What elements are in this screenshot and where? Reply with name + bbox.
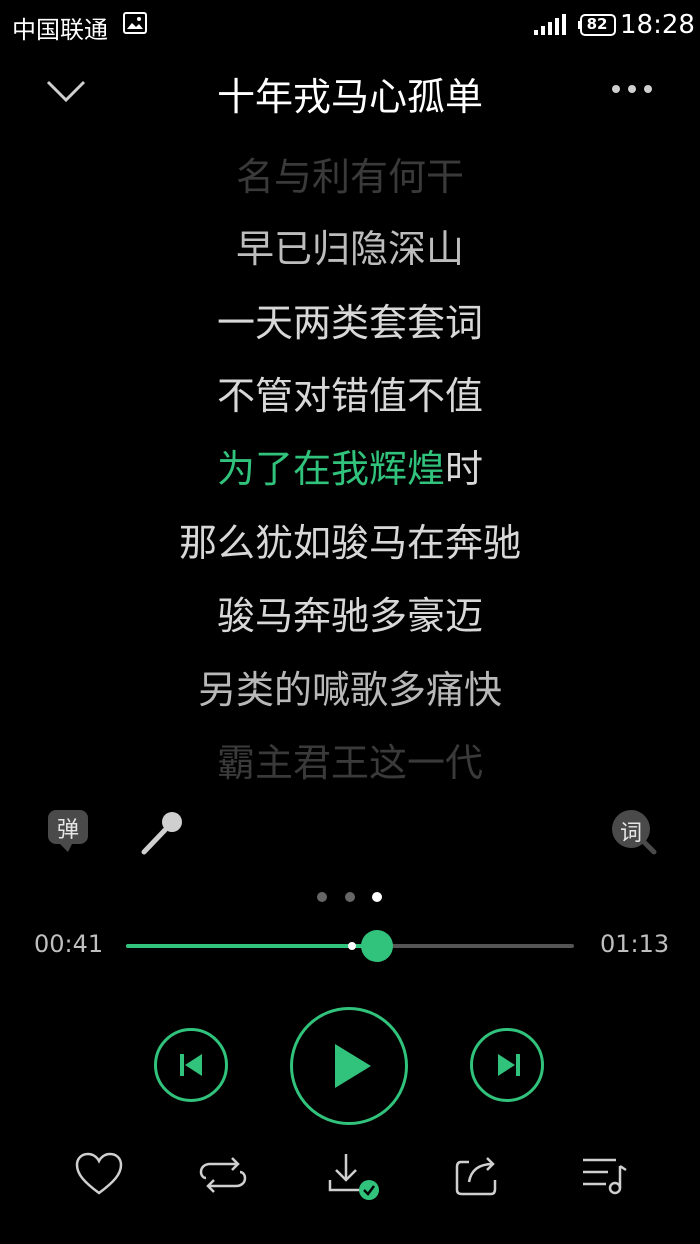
heart-icon[interactable] [74,1150,124,1200]
previous-icon [180,1054,202,1076]
progress-thumb[interactable] [361,930,393,962]
lyric-unsung-part: 时 [445,447,484,491]
lyric-line: 那么犹如骏马在奔驰 [178,521,521,565]
repeat-icon[interactable] [198,1150,248,1200]
page-dot[interactable] [317,892,327,902]
image-notification-icon [123,12,147,34]
download-button[interactable] [326,1150,379,1200]
lyric-line: 另类的喊歌多痛快 [197,668,502,712]
lyric-sung-part: 为了在我辉煌 [216,447,445,491]
total-time: 01:13 [600,930,670,958]
elapsed-time: 00:41 [34,930,104,958]
current-lyric-line: 为了在我辉煌时 [0,444,700,494]
page-dot[interactable] [345,892,355,902]
play-button[interactable] [290,1007,408,1125]
previous-button[interactable] [154,1028,228,1102]
microphone-icon[interactable] [138,808,188,858]
lyric-line: 一天两类套套词 [216,301,483,345]
lyric-search-label: 词 [619,821,642,846]
battery-level: 82 [586,15,608,33]
download-done-icon [328,1154,379,1200]
carrier-name: 中国联通 [12,16,108,44]
next-button[interactable] [470,1028,544,1102]
share-icon[interactable] [453,1150,503,1200]
playlist-icon[interactable] [580,1150,630,1200]
page-dot-active[interactable] [372,892,382,902]
play-icon [335,1044,371,1088]
chevron-down-icon[interactable] [44,72,88,108]
lyric-line: 霸主君王这一代 [216,741,483,785]
lyric-search-button[interactable]: 词 [610,808,660,858]
lyric-line: 名与利有何干 [235,155,464,199]
status-bar: 中国联通 82 18:28 [0,0,700,52]
song-title: 十年戎马心孤单 [216,75,483,119]
buffer-marker [348,942,356,950]
signal-icon [534,14,566,35]
status-time: 18:28 [620,10,695,40]
danmaku-label: 弹 [56,818,79,843]
next-icon [498,1054,520,1076]
progress-fill [126,944,377,948]
lyric-line: 骏马奔驰多豪迈 [216,594,483,638]
lyric-line: 不管对错值不值 [216,374,483,418]
lyric-line: 早已归隐深山 [235,227,464,271]
more-icon[interactable] [608,78,656,100]
danmaku-button[interactable]: 弹 [46,808,96,858]
